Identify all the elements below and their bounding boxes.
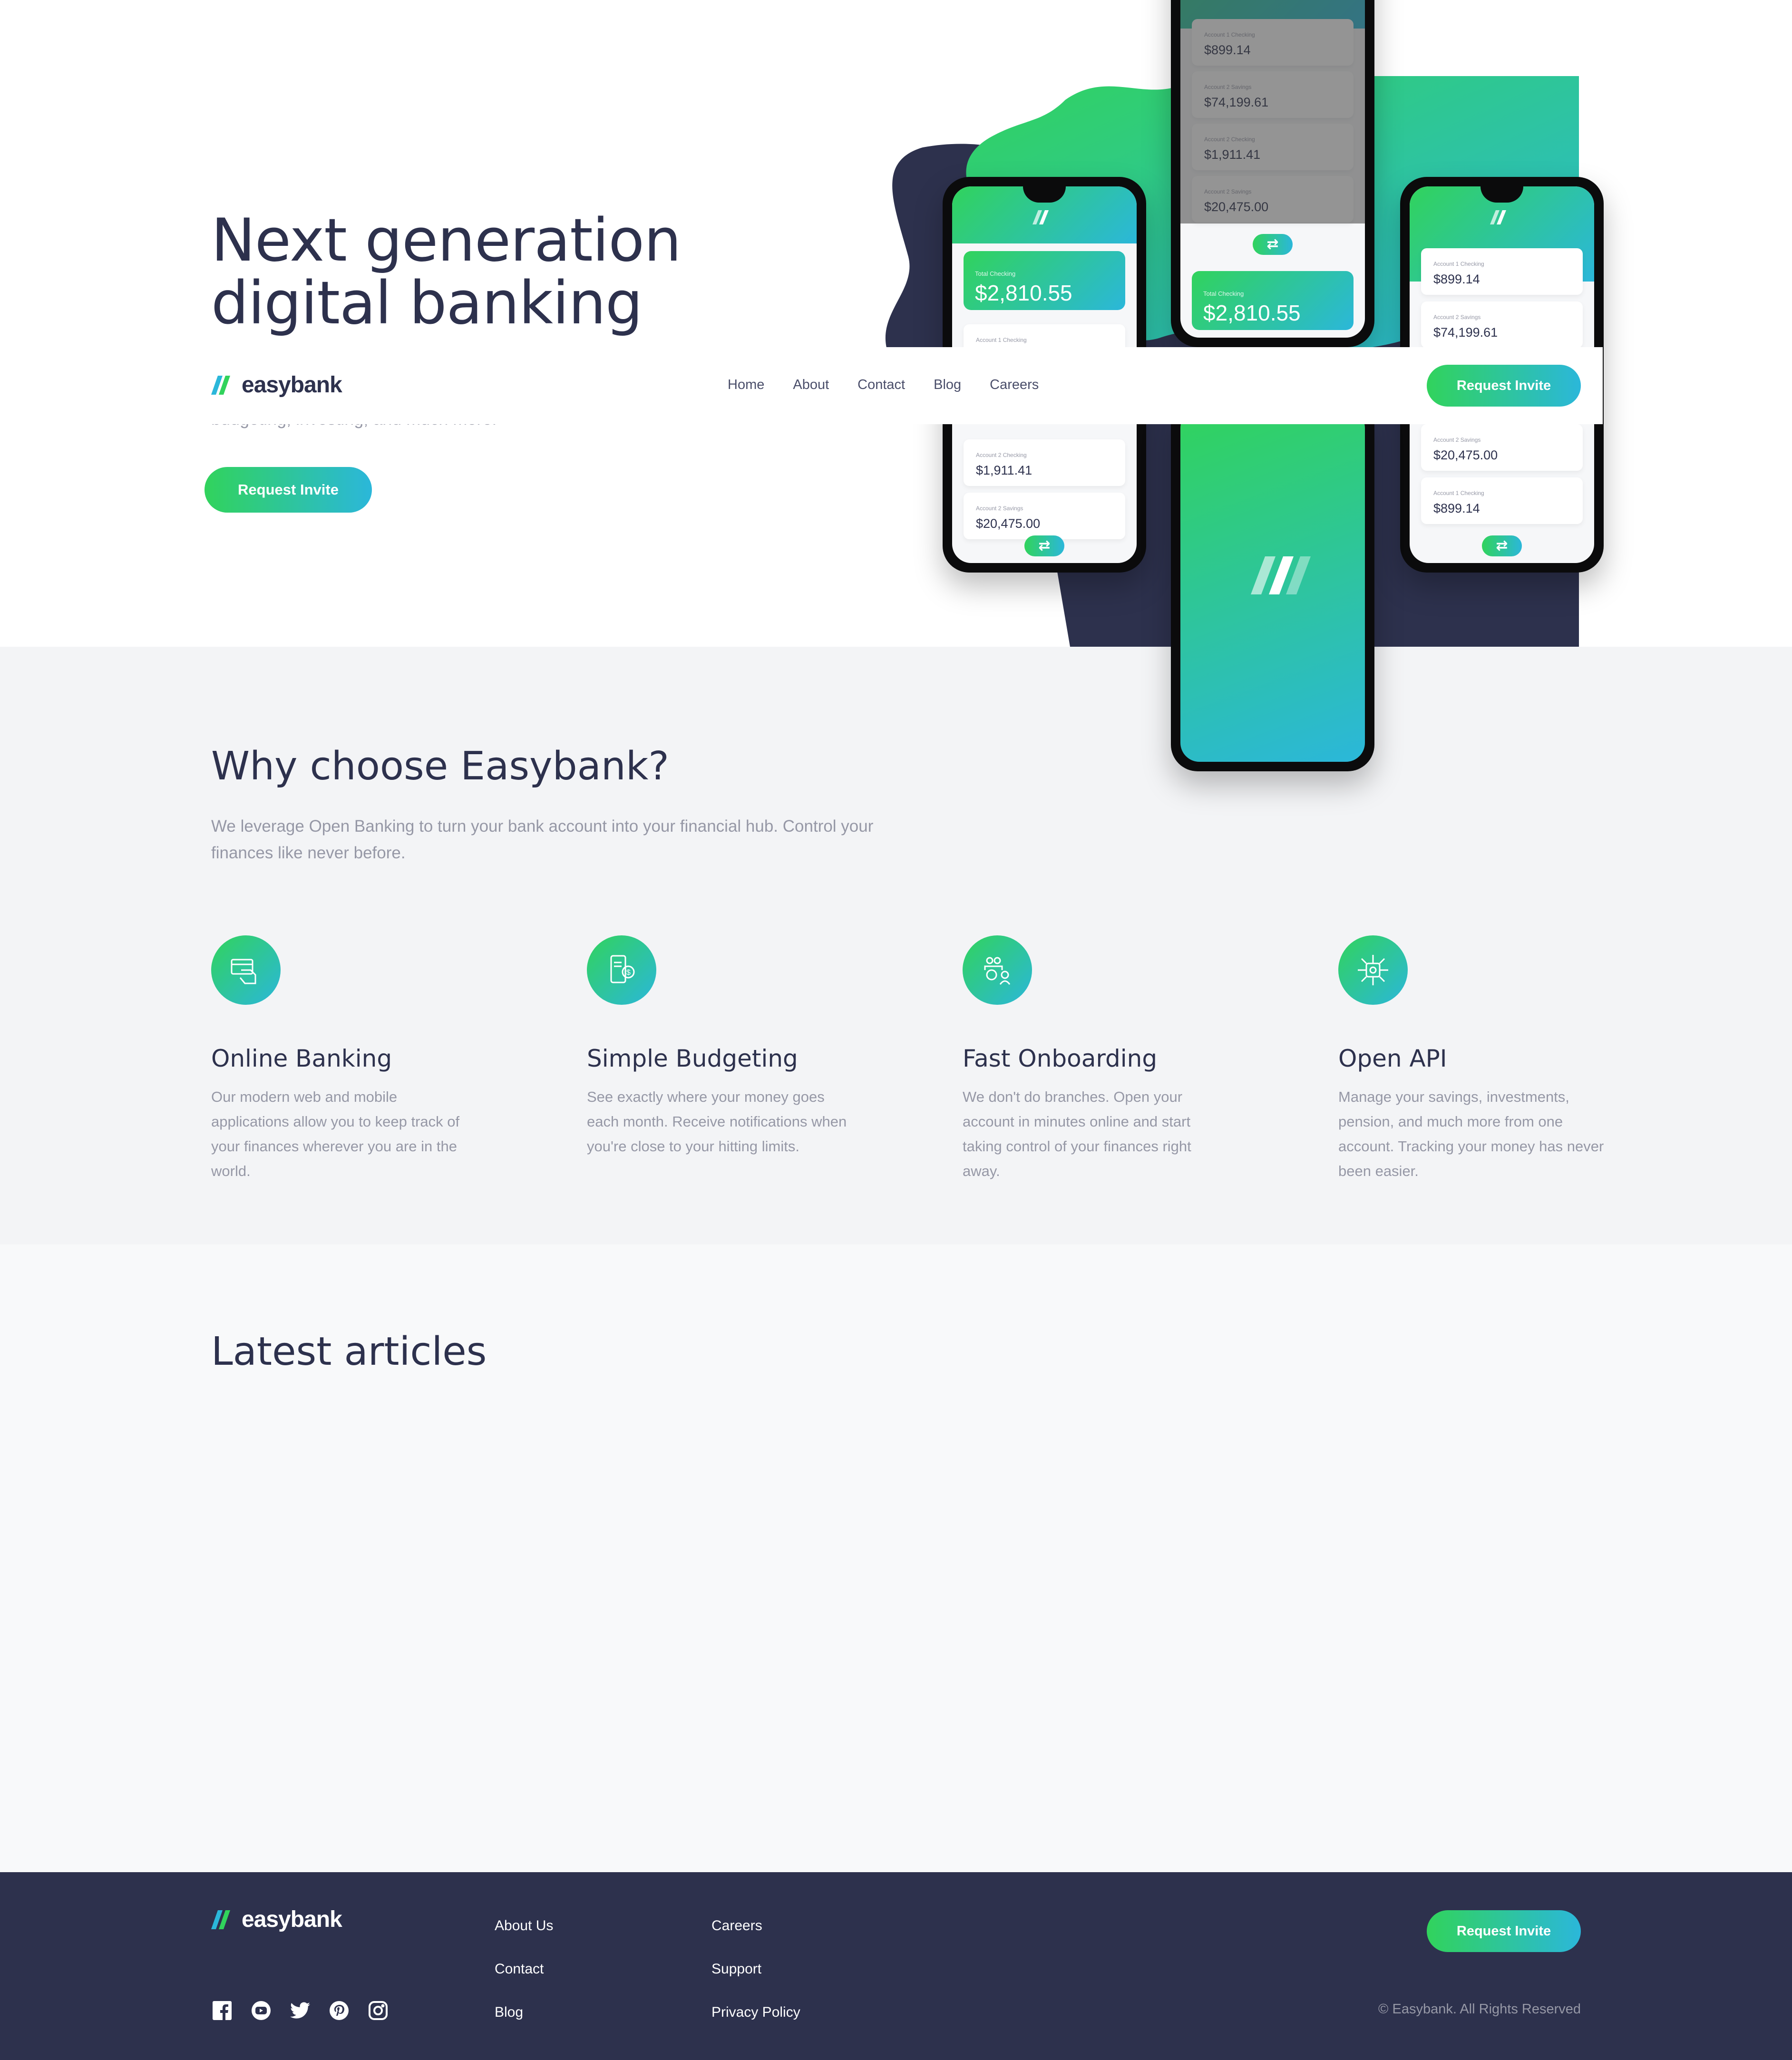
account-label: Account 2 Checking bbox=[976, 452, 1027, 458]
easybank-logo-icon bbox=[1490, 210, 1506, 224]
footer-links-column-2: Careers Support Privacy Policy bbox=[711, 1918, 800, 2048]
fast-onboarding-icon bbox=[963, 935, 1032, 1005]
total-checking-amount: $2,810.55 bbox=[1203, 301, 1301, 325]
svg-text:$: $ bbox=[626, 969, 631, 977]
brand-name: easybank bbox=[242, 1907, 342, 1932]
footer-request-invite-button[interactable]: Request Invite bbox=[1427, 1910, 1581, 1952]
footer-link-blog[interactable]: Blog bbox=[495, 2004, 553, 2048]
open-api-icon bbox=[1338, 935, 1408, 1005]
phone-transfer-button: ⇄ bbox=[1024, 535, 1064, 556]
account-label: Account 2 Savings bbox=[1433, 437, 1481, 443]
account-label: Account 1 Checking bbox=[1433, 261, 1484, 267]
account-amount: $899.14 bbox=[1433, 272, 1480, 286]
facebook-icon[interactable] bbox=[211, 2000, 233, 2021]
hero-section: Next generation digital banking budgetin… bbox=[0, 0, 1792, 647]
account-label: Account 1 Checking bbox=[1433, 490, 1484, 496]
why-title: Why choose Easybank? bbox=[211, 744, 669, 789]
feature-online-banking: Online Banking Our modern web and mobile… bbox=[211, 935, 477, 1184]
total-checking-label: Total Checking bbox=[975, 270, 1016, 277]
account-amount: $20,475.00 bbox=[976, 516, 1041, 531]
easybank-logo-icon bbox=[211, 1910, 230, 1929]
articles-section: Latest articles bbox=[0, 1244, 1792, 1872]
footer-links-column-1: About Us Contact Blog bbox=[495, 1918, 553, 2048]
feature-simple-budgeting: $ Simple Budgeting See exactly where you… bbox=[587, 935, 853, 1159]
pinterest-icon[interactable] bbox=[328, 2000, 350, 2021]
account-amount: $899.14 bbox=[1433, 501, 1480, 515]
nav-link-careers[interactable]: Careers bbox=[990, 377, 1039, 393]
total-checking-label: Total Checking bbox=[1203, 290, 1244, 297]
easybank-logo-icon bbox=[1032, 210, 1049, 224]
twitter-icon[interactable] bbox=[289, 2000, 311, 2021]
account-amount: $20,475.00 bbox=[1433, 448, 1498, 462]
feature-title: Fast Onboarding bbox=[963, 1045, 1158, 1072]
feature-fast-onboarding: Fast Onboarding We don't do branches. Op… bbox=[963, 935, 1229, 1184]
account-label: Account 1 Checking bbox=[976, 337, 1027, 343]
why-section: Why choose Easybank? We leverage Open Ba… bbox=[0, 647, 1792, 1244]
easybank-logo-icon bbox=[211, 375, 230, 395]
primary-nav: Home About Contact Blog Careers bbox=[728, 377, 1067, 393]
why-description: We leverage Open Banking to turn your ba… bbox=[211, 817, 874, 862]
nav-request-invite-button[interactable]: Request Invite bbox=[1427, 365, 1581, 407]
brand-name: easybank bbox=[242, 372, 342, 398]
nav-link-contact[interactable]: Contact bbox=[857, 377, 905, 393]
phone-transfer-button: ⇄ bbox=[1482, 535, 1522, 556]
articles-title: Latest articles bbox=[211, 1329, 487, 1374]
feature-text: Manage your savings, investments, pensio… bbox=[1338, 1088, 1604, 1179]
phone-mockup-center-top: Account 1 Checking $899.14 Account 2 Sav… bbox=[1171, 0, 1374, 347]
navigation-bar: easybank Home About Contact Blog Careers… bbox=[0, 347, 1603, 424]
feature-open-api: Open API Manage your savings, investment… bbox=[1338, 935, 1605, 1184]
footer-link-contact[interactable]: Contact bbox=[495, 1961, 553, 2004]
nav-link-about[interactable]: About bbox=[793, 377, 829, 393]
account-amount: $74,199.61 bbox=[1433, 325, 1498, 340]
social-links bbox=[211, 2000, 406, 2021]
feature-title: Online Banking bbox=[211, 1045, 392, 1072]
feature-title: Open API bbox=[1338, 1045, 1447, 1072]
instagram-icon[interactable] bbox=[367, 2000, 389, 2021]
account-label: Account 2 Savings bbox=[976, 505, 1023, 512]
feature-title: Simple Budgeting bbox=[587, 1045, 798, 1072]
phone-transfer-button: ⇄ bbox=[1253, 234, 1293, 255]
youtube-icon[interactable] bbox=[250, 2000, 272, 2021]
nav-link-blog[interactable]: Blog bbox=[934, 377, 961, 393]
simple-budgeting-icon: $ bbox=[587, 935, 656, 1005]
footer-link-privacy-policy[interactable]: Privacy Policy bbox=[711, 2004, 800, 2048]
hero-title: Next generation digital banking bbox=[211, 206, 682, 338]
footer-link-careers[interactable]: Careers bbox=[711, 1918, 800, 1961]
nav-link-home[interactable]: Home bbox=[728, 377, 764, 393]
feature-text: See exactly where your money goes each m… bbox=[587, 1088, 847, 1155]
total-checking-amount: $2,810.55 bbox=[975, 281, 1072, 305]
hero-request-invite-button[interactable]: Request Invite bbox=[205, 467, 372, 513]
footer-logo[interactable]: easybank bbox=[211, 1906, 342, 1933]
online-banking-icon bbox=[211, 935, 281, 1005]
feature-text: Our modern web and mobile applications a… bbox=[211, 1088, 460, 1179]
account-amount: $1,911.41 bbox=[976, 463, 1032, 477]
easybank-logo-icon bbox=[1251, 556, 1311, 594]
account-label: Account 2 Savings bbox=[1433, 314, 1481, 321]
footer-link-about-us[interactable]: About Us bbox=[495, 1918, 553, 1961]
feature-text: We don't do branches. Open your account … bbox=[963, 1088, 1191, 1179]
footer-link-support[interactable]: Support bbox=[711, 1961, 800, 2004]
copyright-text: © Easybank. All Rights Reserved bbox=[1378, 2002, 1581, 2017]
phone-mockup-center-bottom bbox=[1171, 399, 1374, 771]
footer: easybank About Us Contact Blog Careers S… bbox=[0, 1872, 1792, 2060]
header-logo[interactable]: easybank bbox=[211, 372, 342, 398]
